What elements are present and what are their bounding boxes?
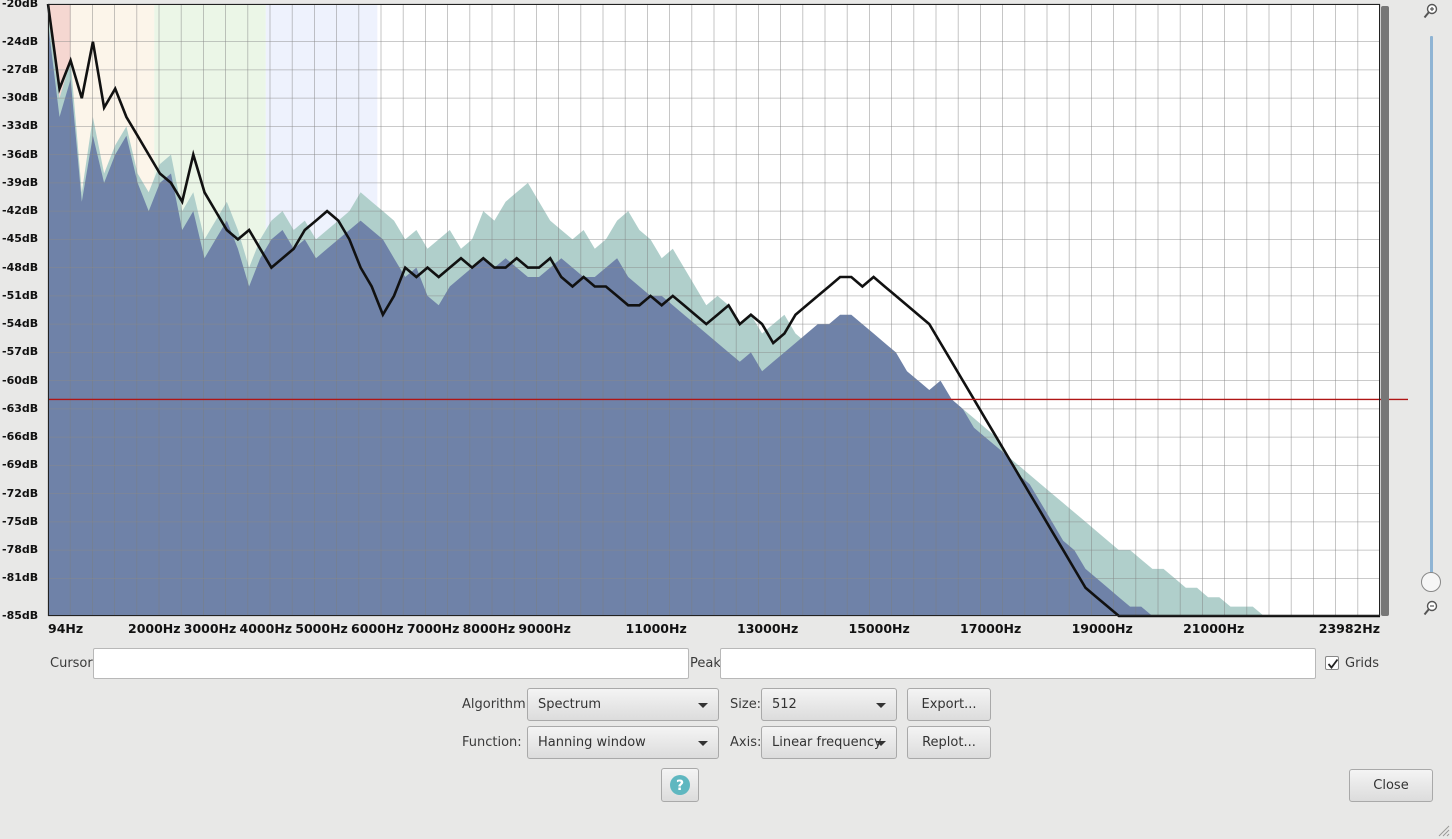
y-tick-label: -51dB (2, 288, 39, 302)
algorithm-label: Algorithm: (462, 697, 531, 712)
chevron-down-icon (698, 703, 708, 708)
y-tick-label: -57dB (2, 345, 39, 359)
x-tick-label: 23982Hz (1318, 621, 1380, 636)
checkmark-icon (1327, 658, 1339, 669)
x-tick-label: 17000Hz (960, 621, 1022, 636)
axis-select[interactable]: Linear frequency (761, 726, 897, 759)
x-tick-label: 21000Hz (1183, 621, 1245, 636)
y-tick-label: -24dB (2, 34, 39, 48)
function-value: Hanning window (538, 735, 646, 750)
y-tick-label: -63dB (2, 401, 39, 415)
help-glyph: ? (676, 778, 684, 794)
replot-button[interactable]: Replot... (907, 726, 991, 759)
chevron-down-icon (876, 741, 886, 746)
y-tick-label: -75dB (2, 514, 39, 528)
x-tick-label: 6000Hz (351, 621, 404, 636)
y-tick-label: -39dB (2, 175, 39, 189)
zoom-out-icon[interactable] (1423, 600, 1439, 616)
cursor-field[interactable] (93, 648, 689, 679)
close-button[interactable]: Close (1349, 769, 1433, 802)
zoom-slider-thumb[interactable] (1421, 572, 1441, 592)
size-value: 512 (772, 697, 797, 712)
x-tick-label: 13000Hz (737, 621, 799, 636)
y-tick-label: -33dB (2, 119, 39, 133)
algorithm-value: Spectrum (538, 697, 601, 712)
x-tick-label: 3000Hz (183, 621, 237, 636)
y-tick-label: -60dB (2, 373, 39, 387)
size-label: Size: (730, 697, 762, 712)
zoom-slider-track[interactable] (1430, 36, 1433, 582)
y-tick-label: -72dB (2, 486, 39, 500)
chevron-down-icon (876, 703, 886, 708)
x-tick-label: 2000Hz (128, 621, 181, 636)
peak-field[interactable] (720, 648, 1316, 679)
grids-label: Grids (1345, 656, 1380, 671)
spectrum-chart[interactable] (46, 3, 1408, 618)
function-label: Function: (462, 735, 522, 750)
y-tick-label: -54dB (2, 317, 39, 331)
x-tick-label: 19000Hz (1071, 621, 1133, 636)
x-tick-label: 15000Hz (848, 621, 910, 636)
y-tick-label: -69dB (2, 458, 39, 472)
y-tick-label: -81dB (2, 571, 39, 585)
x-tick-label: 94Hz (48, 621, 84, 636)
y-tick-label: -85dB (2, 609, 39, 622)
axis-label: Axis: (730, 735, 762, 750)
x-tick-label: 11000Hz (625, 621, 687, 636)
grids-checkbox[interactable] (1325, 656, 1339, 670)
y-tick-label: -20dB (2, 0, 39, 10)
function-select[interactable]: Hanning window (527, 726, 719, 759)
x-tick-label: 9000Hz (518, 621, 571, 636)
algorithm-select[interactable]: Spectrum (527, 688, 719, 721)
y-tick-label: -42dB (2, 204, 39, 218)
y-tick-label: -36dB (2, 147, 39, 161)
size-select[interactable]: 512 (761, 688, 897, 721)
y-tick-label: -48dB (2, 260, 39, 274)
x-tick-label: 5000Hz (295, 621, 348, 636)
cursor-label: Cursor: (50, 656, 97, 671)
x-tick-label: 8000Hz (462, 621, 516, 636)
resize-grip-icon[interactable] (1436, 823, 1450, 837)
spectrum-plot[interactable] (46, 3, 1408, 618)
help-icon: ? (670, 775, 690, 795)
zoom-in-icon[interactable] (1423, 3, 1439, 19)
export-button[interactable]: Export... (907, 688, 991, 721)
help-button[interactable]: ? (661, 768, 699, 802)
x-tick-label: 7000Hz (406, 621, 460, 636)
y-tick-label: -66dB (2, 430, 39, 444)
x-tick-label: 4000Hz (239, 621, 293, 636)
y-tick-label: -45dB (2, 232, 39, 246)
y-tick-label: -78dB (2, 543, 39, 557)
chevron-down-icon (698, 741, 708, 746)
y-tick-label: -27dB (2, 62, 39, 76)
y-tick-label: -30dB (2, 91, 39, 105)
vertical-scrollbar[interactable] (1381, 6, 1389, 616)
axis-value: Linear frequency (772, 735, 882, 750)
